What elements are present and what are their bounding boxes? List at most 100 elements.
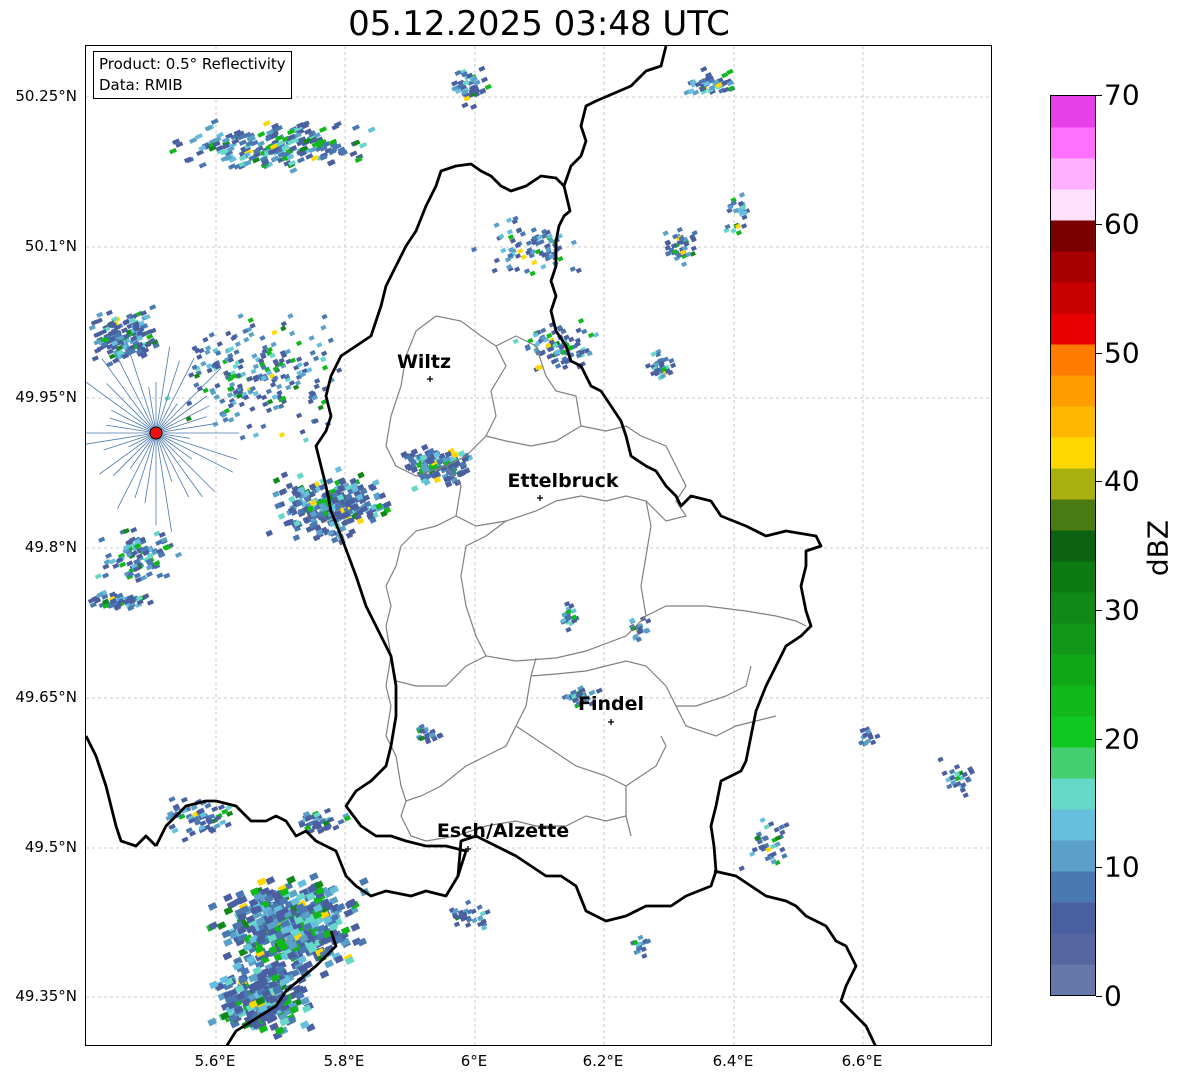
radar-echo-cell (493, 257, 501, 264)
radar-echo-cell (738, 191, 746, 198)
lon-label: 6°E (460, 1052, 488, 1070)
radar-echo-cell (286, 875, 296, 885)
radar-echo-cell (252, 432, 260, 439)
radar-echo-cell (676, 226, 683, 233)
radar-echo-cell (411, 485, 419, 493)
radar-clutter-spoke (86, 381, 157, 434)
colorbar-swatch (1051, 96, 1095, 128)
colorbar-swatch (1051, 406, 1095, 438)
radar-echo-cell (228, 416, 235, 423)
radar-echo-cell (351, 124, 360, 131)
radar-echo-cell (530, 227, 537, 233)
radar-echo-cell (478, 65, 486, 72)
radar-echo-cell (464, 899, 472, 906)
colorbar-swatch (1051, 902, 1095, 934)
radar-clutter-spoke (101, 358, 157, 434)
radar-echo-cell (308, 872, 319, 882)
city-markers (427, 376, 614, 852)
radar-echo-cell (523, 268, 531, 275)
radar-echo-cell (331, 536, 339, 544)
radar-echo-cell (735, 229, 743, 236)
radar-echo-cell (149, 304, 157, 311)
radar-echo-cell (941, 770, 948, 777)
radar-echo-cell (251, 353, 258, 359)
colorbar-tick: 30 (1104, 593, 1140, 627)
radar-echo-cell (517, 248, 524, 255)
radar-echo-cell (313, 383, 320, 390)
radar-echo-cell (214, 382, 221, 389)
radar-echo-cell (645, 618, 652, 624)
graticule-grid (86, 46, 991, 1045)
radar-echo-cell (337, 818, 345, 825)
radar-echo-cell (252, 363, 260, 370)
radar-echo-cell (278, 431, 286, 438)
radar-echo-cell (309, 349, 316, 356)
radar-echo-cell (520, 254, 527, 260)
radar-echo-cell (193, 382, 200, 388)
colorbar-swatch (1051, 282, 1095, 314)
lat-label: 49.95°N (15, 388, 77, 406)
radar-echo-cell (506, 228, 514, 235)
radar-echo-cell (262, 120, 271, 127)
radar-echo-cell (276, 389, 283, 396)
radar-echo-cell (102, 572, 110, 579)
colorbar-tick: 10 (1104, 850, 1140, 884)
radar-echo-cell (326, 477, 334, 485)
radar-echo-cell (540, 327, 547, 334)
radar-echo-cell (569, 266, 576, 273)
radar-echo-cell (277, 512, 286, 520)
colorbar-swatch (1051, 840, 1095, 872)
radar-map[interactable] (85, 45, 992, 1046)
radar-echo-cell (287, 313, 294, 319)
radar-echo-cell (213, 394, 220, 401)
radar-clutter-spoke (155, 432, 234, 473)
radar-echo-cell (570, 239, 578, 246)
city-label-ettelbruck: Ettelbruck (507, 470, 619, 492)
radar-echo-cell (317, 404, 324, 411)
radar-echo-cell (257, 131, 266, 138)
radar-echo-cell (238, 401, 245, 408)
radar-echo-cell (248, 331, 255, 338)
radar-echo-cell (773, 826, 780, 833)
product-text: Product: 0.5° Reflectivity (99, 55, 286, 73)
radar-echo-cell (730, 227, 737, 234)
radar-echo-cell (280, 320, 287, 327)
radar-echo-cell (262, 401, 269, 408)
canton-borders (385, 315, 807, 842)
colorbar-label: dBZ (1141, 519, 1175, 577)
radar-echo-cell (506, 217, 513, 224)
radar-echo-cell (239, 434, 246, 441)
radar-echo-cell (243, 336, 250, 343)
radar-echo-cell (280, 471, 289, 479)
colorbar-swatch (1051, 313, 1095, 345)
radar-echo-cell (233, 349, 240, 356)
radar-echo-cell (249, 406, 256, 412)
colorbar-swatch (1051, 561, 1095, 593)
radar-echo-cell (296, 412, 303, 419)
radar-echo-cell (223, 938, 233, 947)
radar-echo-cell (112, 562, 120, 570)
radar-clutter-spoke (106, 383, 157, 434)
radar-echo-cell (108, 558, 117, 565)
radar-clutter-spoke (155, 432, 238, 460)
radar-clutter-spoke (155, 432, 215, 492)
radar-echo-cell (196, 354, 203, 360)
radar-clutter-spoke (134, 432, 157, 499)
radar-echo-cell (250, 368, 257, 375)
radar-echo-cell (700, 66, 708, 73)
radar-echo-cell (105, 309, 113, 316)
radar-echo-cell (575, 267, 582, 274)
radar-echo-cell (349, 150, 358, 158)
radar-echo-cell (453, 921, 461, 928)
colorbar-tick-line (1096, 353, 1102, 354)
radar-echo-cell (272, 476, 281, 485)
lat-label: 49.65°N (15, 688, 77, 706)
radar-echo-cell (265, 876, 276, 885)
radar-echo-cell (470, 103, 478, 110)
radar-echo-cell (476, 904, 483, 911)
colorbar-swatch (1051, 251, 1095, 283)
radar-clutter-spoke (155, 432, 193, 460)
radar-echo-cell (186, 400, 193, 407)
radar-echo-cell (146, 599, 155, 606)
radar-echo-cell (94, 573, 102, 580)
